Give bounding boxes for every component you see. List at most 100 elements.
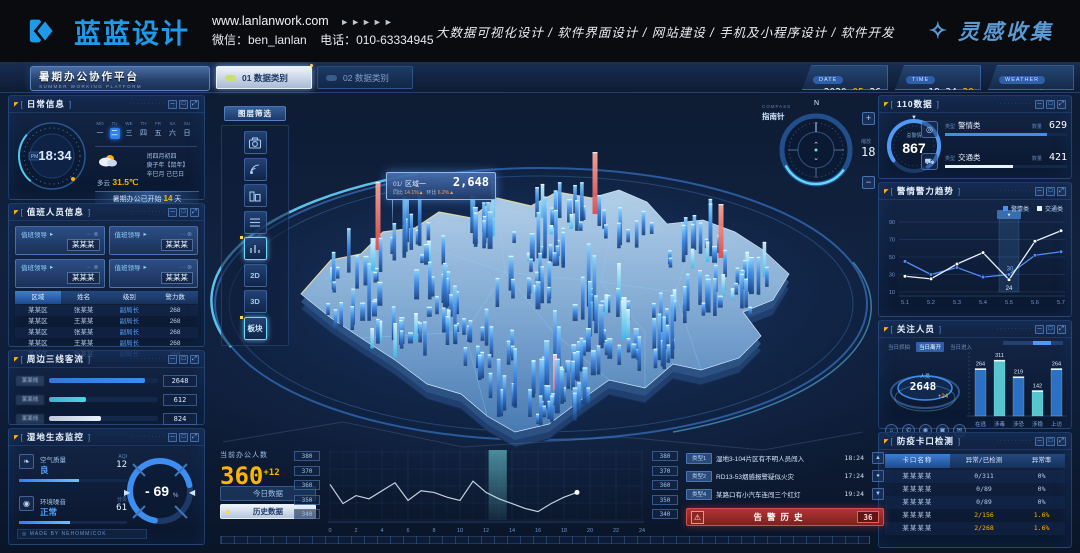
scroll-down-icon[interactable]: ▼ (872, 488, 884, 500)
window-icon[interactable]: □ (1046, 325, 1055, 334)
alert-row[interactable]: 类型1湿地3-104片区有不明人员闯入18:24 (686, 451, 884, 465)
svg-text:8: 8 (432, 528, 435, 534)
focus-tab[interactable]: 当日离开 (916, 342, 944, 352)
panel-duty-staff: ◤[值班人员信息]··········─□⤢值班领导▸··· ⊗某某某值班领导▸… (8, 203, 205, 347)
minimize-icon[interactable]: ─ (168, 433, 177, 442)
weekday-tu[interactable]: TU二 (110, 121, 120, 139)
svg-text:10: 10 (457, 528, 463, 534)
weekday-we[interactable]: WE三 (124, 121, 134, 139)
dots-decoration: ·········· (996, 326, 1033, 332)
checkpoint-row[interactable]: 某某某某0/890% (885, 496, 1065, 509)
svg-text:5.4: 5.4 (979, 300, 988, 306)
weekday-fr[interactable]: FR五 (153, 121, 163, 139)
tab-data-category-1[interactable]: 01 数据类别 (216, 66, 312, 89)
duty-leader-card[interactable]: 值班领导▸··· ⊗某某某 (109, 259, 199, 288)
window-icon[interactable]: □ (179, 208, 188, 217)
checkpoint-row[interactable]: 某某某某2/2681.6% (885, 522, 1065, 535)
weekday-th[interactable]: TH四 (139, 121, 149, 139)
scroll-dot-icon[interactable]: ● (872, 470, 884, 482)
table-row[interactable]: 某某区张某某副局长268 (15, 327, 198, 338)
minimize-icon[interactable]: ─ (1035, 100, 1044, 109)
alarm-count: 421 (1049, 152, 1067, 163)
panel-header: ◤[周边三线客流]··········─□⤢ (9, 351, 204, 368)
corner-mark-icon: ◤ (14, 101, 19, 108)
layer-button-building-icon[interactable] (244, 184, 267, 207)
brand-services: 大数据可视化设计 / 软件界面设计 / 网站建设 / 手机及小程序设计 / 软件… (436, 22, 895, 41)
minimize-icon[interactable]: ─ (1035, 187, 1044, 196)
weekday-su[interactable]: SU日 (182, 121, 192, 139)
expand-icon[interactable]: ⤢ (1057, 325, 1066, 334)
duty-leader-card[interactable]: 值班领导▸··· ⊗某某某 (15, 226, 105, 255)
card-mini-icons[interactable]: ··· ⊗ (179, 231, 192, 238)
expand-icon[interactable]: ⤢ (1057, 100, 1066, 109)
svg-text:24: 24 (639, 528, 645, 534)
expand-icon[interactable]: ⤢ (190, 208, 199, 217)
humidity-gauge: - 69%▶◀ (121, 452, 199, 530)
layer-button-list-icon[interactable] (244, 211, 267, 234)
weekday-mo[interactable]: MO一 (95, 121, 105, 139)
compass-ring[interactable]: ⌃ ⌄ (774, 108, 858, 192)
layer-button-camera-icon[interactable] (244, 131, 267, 154)
flow-label: 某某线 (16, 376, 44, 386)
eco-metric-0: ❧空气质量良AQI12 (19, 454, 127, 482)
layer-button-chart-icon[interactable] (244, 237, 267, 260)
zoom-out-button[interactable]: − (862, 176, 875, 189)
cell: 王某某 (61, 316, 107, 327)
layer-button-signal-icon[interactable] (244, 158, 267, 181)
minimize-icon[interactable]: ─ (1035, 325, 1044, 334)
window-icon[interactable]: □ (179, 100, 188, 109)
alert-list: ▲ ● ▼ 类型1湿地3-104片区有不明人员闯入18:24 类型2RD13-53… (686, 451, 884, 505)
minimize-icon[interactable]: ─ (1035, 437, 1044, 446)
scroll-up-icon[interactable]: ▲ (872, 452, 884, 464)
duty-leader-card[interactable]: 值班领导▸··· ⊗某某某 (15, 259, 105, 288)
card-mini-icons[interactable]: ··· ⊗ (86, 264, 99, 271)
expand-icon[interactable]: ⤢ (190, 100, 199, 109)
window-icon[interactable]: □ (1046, 100, 1055, 109)
alarm-history-button[interactable]: ⚠ 告警历史 36 (686, 508, 884, 526)
alert-row[interactable]: 类型2RD13-53烟感报警疑似火灾17:24 (686, 469, 884, 483)
svg-text:30: 30 (1007, 267, 1014, 273)
minimize-icon[interactable]: ─ (168, 355, 177, 364)
dots-decoration: ·········· (129, 356, 166, 362)
tab-chip-icon (326, 75, 337, 81)
checkpoint-row[interactable]: 某某某某2/1561.6% (885, 509, 1065, 522)
expand-icon[interactable]: ⤢ (190, 355, 199, 364)
weekday-sa[interactable]: SA六 (168, 121, 178, 139)
svg-text:18: 18 (561, 528, 567, 534)
table-row[interactable]: 某某区张某某副局长268 (15, 305, 198, 316)
eco-status: 良 (40, 464, 66, 476)
layer-button-板块[interactable]: 板块 (244, 317, 267, 340)
tab-data-category-2[interactable]: 02 数据类别 (317, 66, 413, 89)
brand-phone: 电话：010-63334945 (320, 33, 433, 47)
cell: 268 (152, 338, 198, 349)
card-mini-icons[interactable]: ··· ⊗ (179, 264, 192, 271)
expand-icon[interactable]: ⤢ (1057, 437, 1066, 446)
svg-text:20: 20 (587, 528, 593, 534)
timeline-strip[interactable] (220, 536, 870, 544)
expand-icon[interactable]: ⤢ (190, 433, 199, 442)
checkpoint-row[interactable]: 某某某某0/890% (885, 483, 1065, 496)
checkpoint-row[interactable]: 某某某某0/3110% (885, 470, 1065, 483)
window-icon[interactable]: □ (179, 355, 188, 364)
minimize-icon[interactable]: ─ (168, 100, 177, 109)
zoom-in-button[interactable]: + (862, 112, 875, 125)
window-icon[interactable]: □ (1046, 187, 1055, 196)
layer-button-3d[interactable]: 3D (244, 290, 267, 313)
duty-leader-card[interactable]: 值班领导▸··· ⊗某某某 (109, 226, 199, 255)
legend-item: 警情类 (1003, 204, 1029, 213)
minimize-icon[interactable]: ─ (168, 208, 177, 217)
focus-tab[interactable]: 当日抓拍 (885, 342, 913, 352)
expand-icon[interactable]: ⤢ (1057, 187, 1066, 196)
card-mini-icons[interactable]: ··· ⊗ (86, 231, 99, 238)
alert-row[interactable]: 类型4某路口有小汽车连闯三个红灯19:24 (686, 487, 884, 501)
layer-button-2d[interactable]: 2D (244, 264, 267, 287)
table-row[interactable]: 某某区王某某副局长268 (15, 338, 198, 349)
dots-decoration: ·········· (129, 434, 166, 440)
window-icon[interactable]: □ (1046, 437, 1055, 446)
focus-tabs: 当日抓拍当日离开当日进入 (885, 342, 975, 352)
window-icon[interactable]: □ (179, 433, 188, 442)
duty-name: 某某某 (67, 272, 100, 284)
lunar-calendar: 闰四月初四庚子年【鼠年】辛巳月 己巳日 (146, 153, 188, 190)
table-row[interactable]: 某某区王某某副局长268 (15, 316, 198, 327)
cell: 某某区 (15, 305, 61, 316)
